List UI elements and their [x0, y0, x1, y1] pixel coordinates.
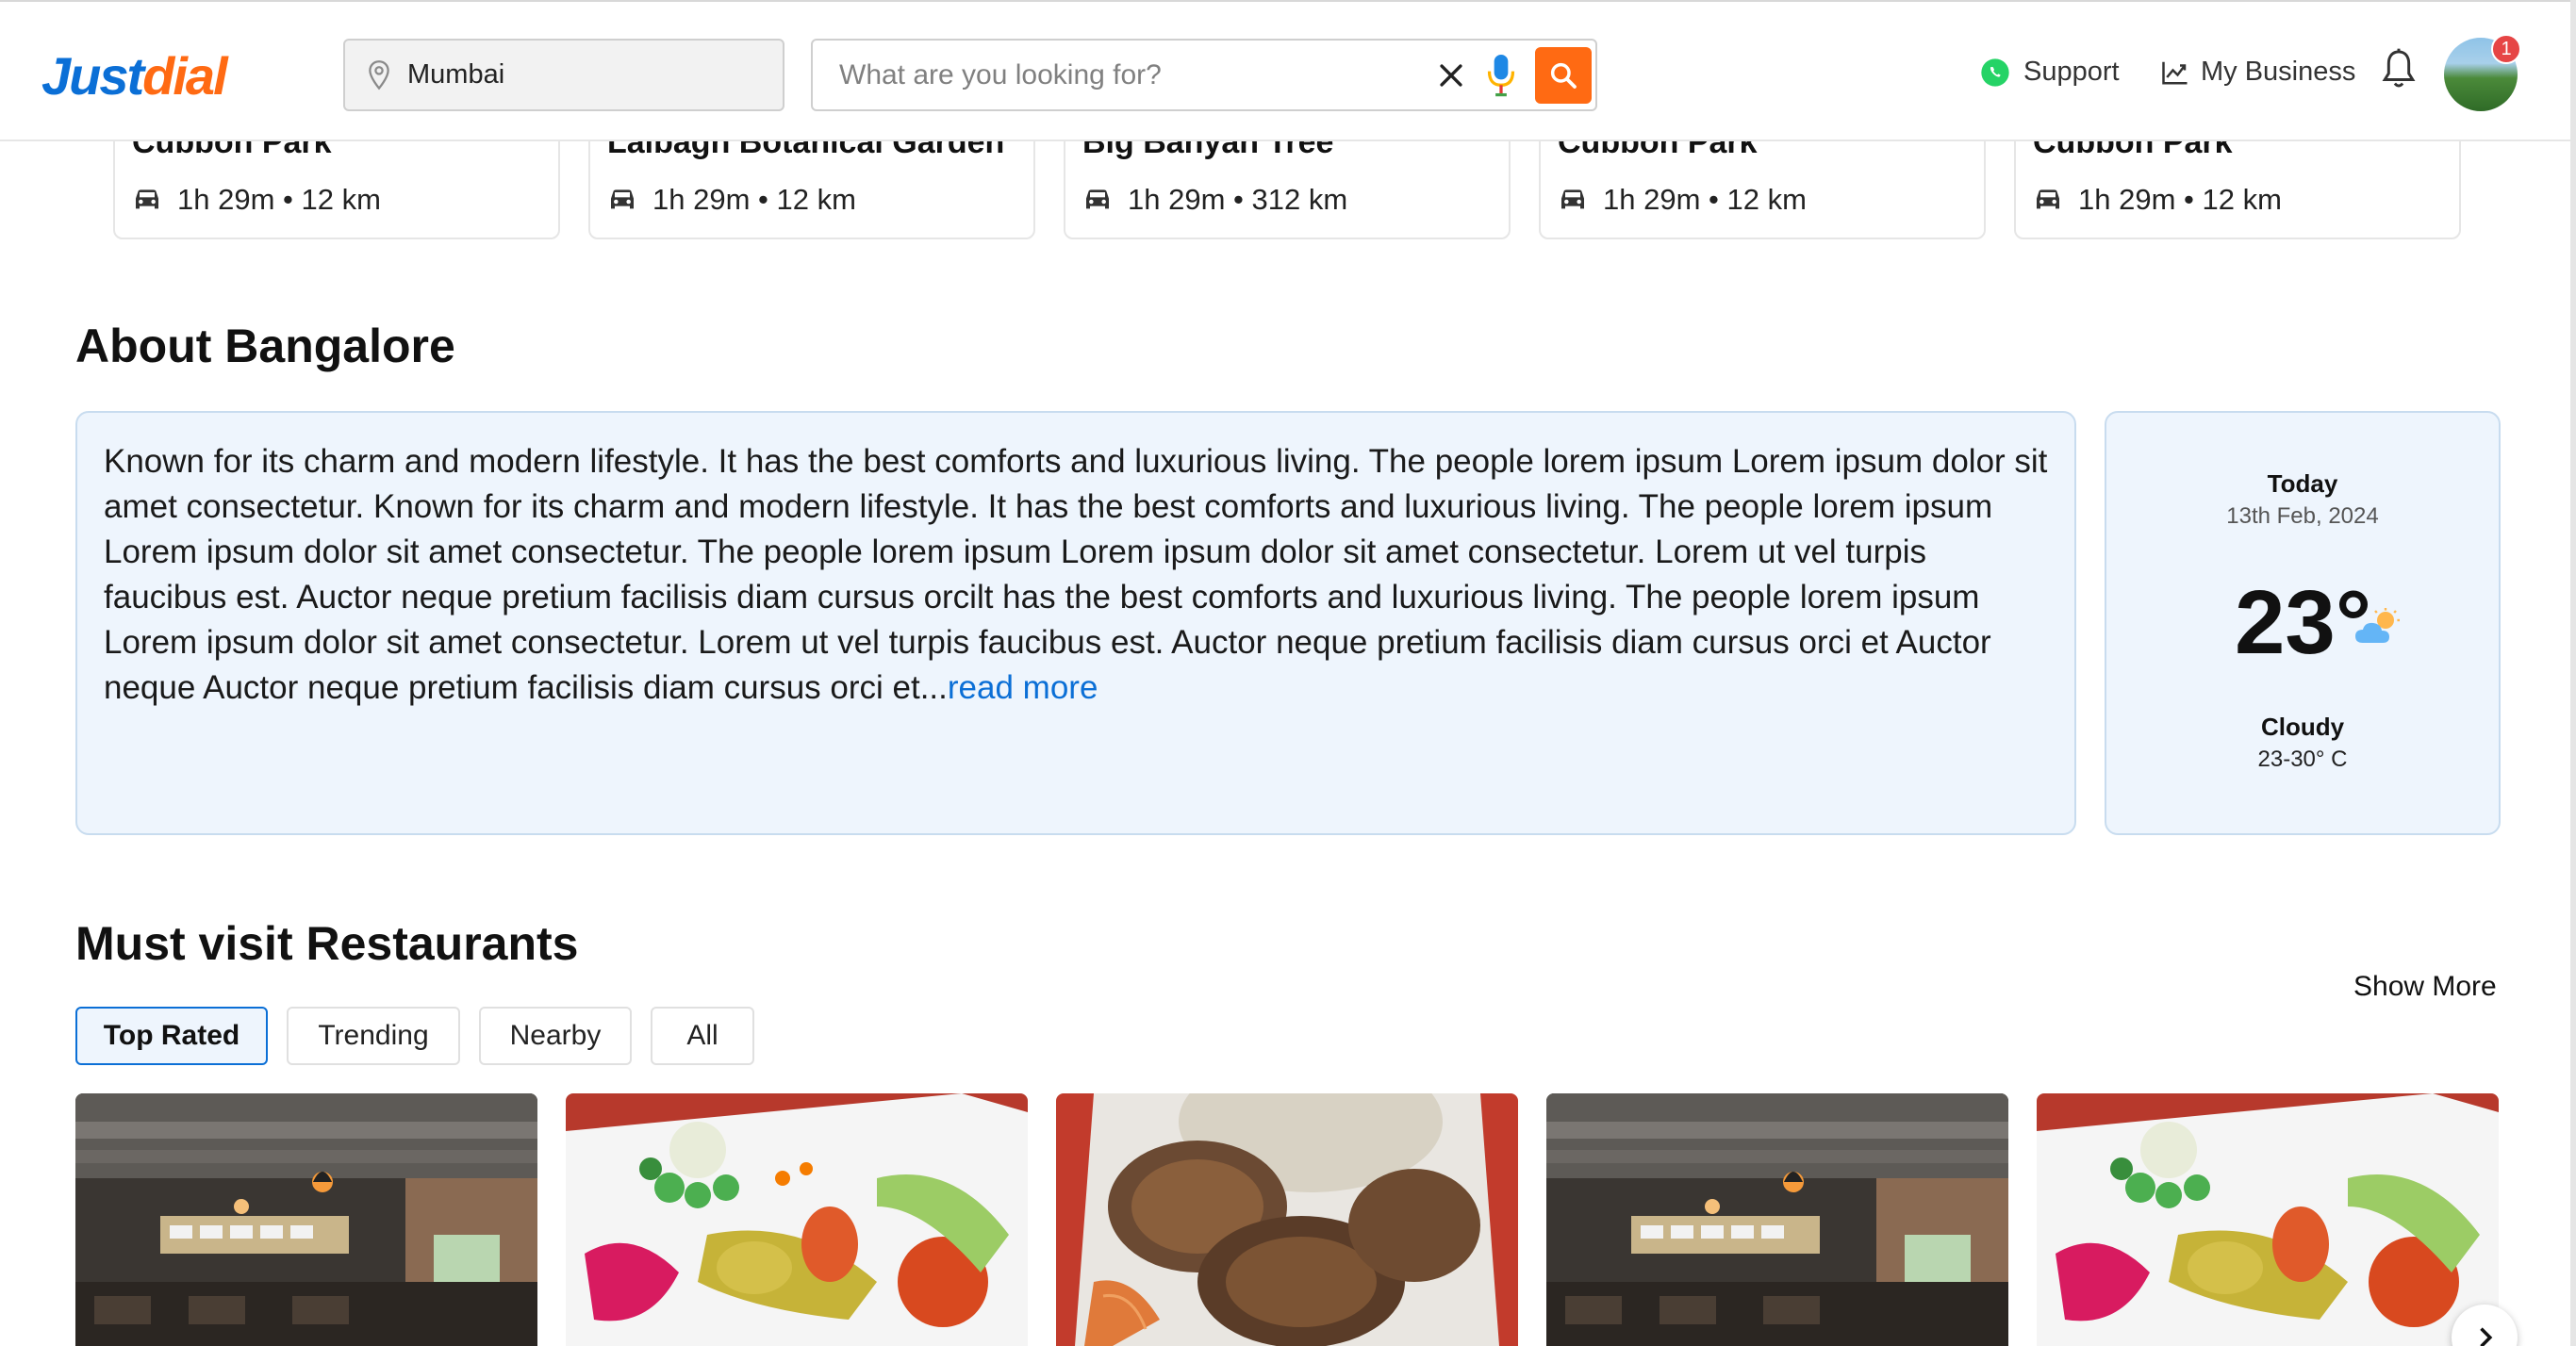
car-icon: [1561, 189, 1584, 209]
car-icon: [1086, 189, 1109, 209]
weather-temperature-range: 23-30° C: [2257, 747, 2348, 772]
tab-top-rated[interactable]: Top Rated: [75, 1007, 268, 1065]
travel-time-distance: 1h 29m • 12 km: [2078, 183, 2282, 216]
notification-count-badge: 1: [2491, 34, 2521, 64]
weather-day: Today: [2267, 469, 2338, 498]
my-business-link[interactable]: My Business: [2161, 57, 2355, 88]
place-travel-info: 1h 29m • 312 km: [1082, 183, 1347, 217]
justdial-logo[interactable]: Justdial: [41, 45, 228, 107]
location-value: Mumbai: [407, 59, 505, 90]
search-button[interactable]: [1535, 47, 1592, 104]
microphone-icon[interactable]: [1484, 52, 1518, 99]
location-selector[interactable]: Mumbai: [343, 39, 784, 111]
tab-all[interactable]: All: [651, 1007, 754, 1065]
restaurant-card-image[interactable]: [2037, 1093, 2499, 1346]
travel-time-distance: 1h 29m • 12 km: [177, 183, 381, 216]
tab-nearby[interactable]: Nearby: [479, 1007, 632, 1065]
notification-bell-icon[interactable]: [2380, 47, 2418, 90]
place-travel-info: 1h 29m • 12 km: [132, 183, 381, 217]
about-description: Known for its charm and modern lifestyle…: [104, 439, 2057, 711]
logo-text-just: Just: [41, 46, 144, 106]
car-icon: [136, 189, 158, 209]
page-scrollbar[interactable]: [2570, 0, 2576, 1346]
travel-time-distance: 1h 29m • 312 km: [1128, 183, 1348, 216]
whatsapp-icon: [1981, 57, 2009, 87]
food-platter-image: [566, 1093, 1028, 1346]
read-more-link[interactable]: read more: [948, 669, 1098, 706]
car-icon: [611, 189, 634, 209]
place-travel-info: 1h 29m • 12 km: [1558, 183, 1807, 217]
restaurants-section-title: Must visit Restaurants: [75, 917, 579, 970]
clear-search-icon[interactable]: [1435, 59, 1467, 91]
restaurant-interior-image: [1546, 1093, 2008, 1346]
search-bar: [811, 39, 1597, 111]
show-more-link[interactable]: Show More: [2353, 971, 2497, 1003]
search-icon: [1550, 62, 1577, 89]
trending-chart-icon: [2162, 61, 2188, 84]
about-section-title: About Bangalore: [75, 320, 455, 372]
weather-temperature: 23°: [2235, 572, 2372, 673]
top-header: Justdial Mumbai Suppo: [0, 0, 2576, 141]
grilled-chicken-image: [1056, 1093, 1518, 1346]
restaurant-card-image[interactable]: [1056, 1093, 1518, 1346]
food-platter-image: [2037, 1093, 2499, 1346]
weather-date: 13th Feb, 2024: [2226, 503, 2379, 529]
weather-card: Today 13th Feb, 2024 23° Cloudy 23-30° C: [2105, 411, 2501, 835]
search-input[interactable]: [839, 58, 1405, 91]
about-description-panel: Known for its charm and modern lifestyle…: [75, 411, 2076, 835]
restaurant-card-image[interactable]: [1546, 1093, 2008, 1346]
car-icon: [2037, 189, 2059, 209]
user-avatar[interactable]: 1: [2444, 34, 2521, 111]
partly-cloudy-icon: [2355, 608, 2400, 643]
logo-text-dial: dial: [142, 46, 227, 106]
travel-time-distance: 1h 29m • 12 km: [1603, 183, 1807, 216]
restaurant-card-image[interactable]: [566, 1093, 1028, 1346]
place-travel-info: 1h 29m • 12 km: [607, 183, 856, 217]
weather-condition: Cloudy: [2260, 713, 2345, 741]
about-text: Known for its charm and modern lifestyle…: [104, 443, 2048, 706]
travel-time-distance: 1h 29m • 12 km: [652, 183, 856, 216]
restaurant-interior-image: [75, 1093, 537, 1346]
location-pin-icon: [369, 59, 389, 90]
support-link[interactable]: Support: [1980, 57, 2120, 88]
restaurant-card-image[interactable]: [75, 1093, 537, 1346]
my-business-label: My Business: [2201, 57, 2356, 87]
chevron-right-icon: [2480, 1327, 2493, 1346]
support-label: Support: [2023, 57, 2120, 87]
tab-trending[interactable]: Trending: [287, 1007, 460, 1065]
place-travel-info: 1h 29m • 12 km: [2033, 183, 2282, 217]
